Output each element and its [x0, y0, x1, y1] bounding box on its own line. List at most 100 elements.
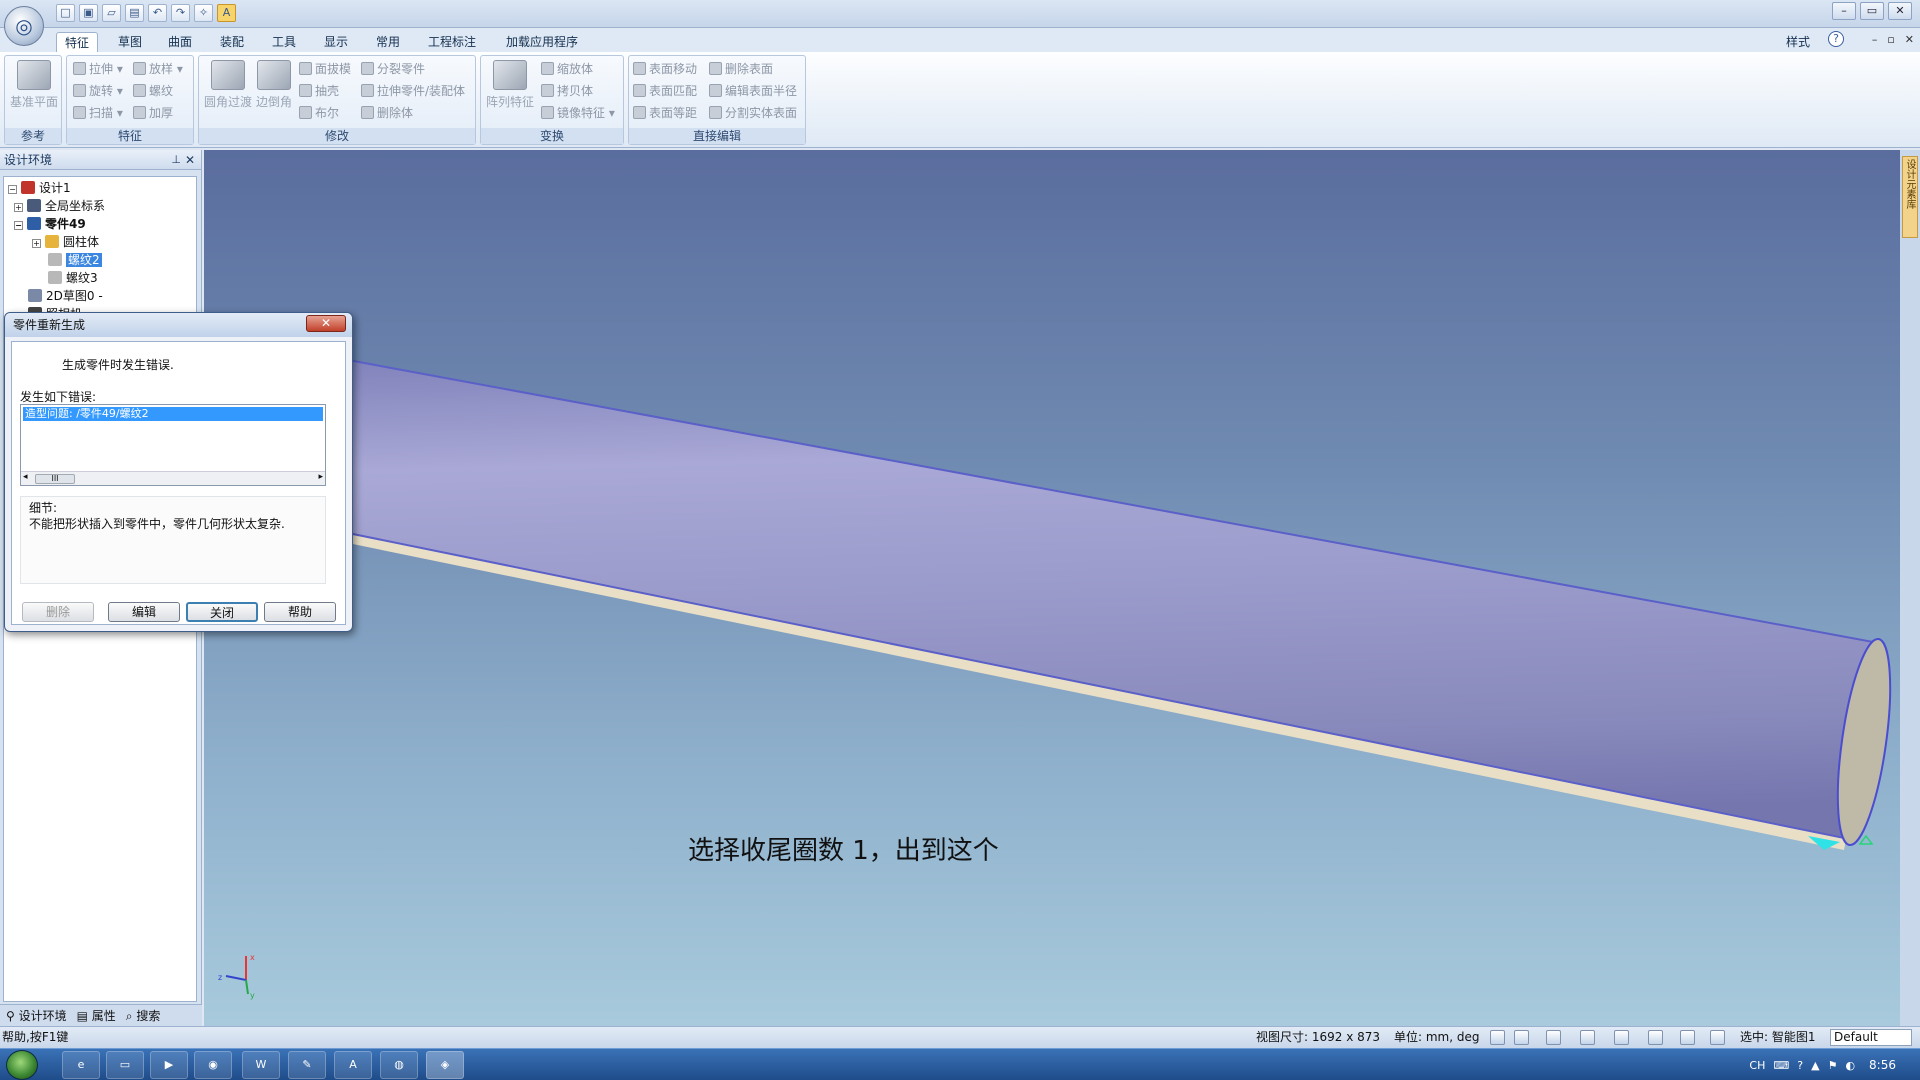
collapse-icon[interactable]: −: [8, 185, 17, 194]
collapse-icon[interactable]: −: [14, 221, 23, 230]
pdf-icon[interactable]: ✎: [288, 1051, 326, 1079]
split-solid-face-button[interactable]: 分割实体表面: [709, 104, 797, 122]
design-element-library-tab[interactable]: 设计元素库: [1902, 156, 1918, 238]
tree-node-thread2[interactable]: 螺纹2: [48, 251, 102, 269]
edit-button[interactable]: 编辑: [108, 602, 180, 622]
scroll-right-icon[interactable]: ▸: [318, 472, 323, 482]
maximize-button[interactable]: ▭: [1860, 2, 1884, 20]
tab-feature[interactable]: 特征: [56, 32, 99, 52]
move-face-button[interactable]: 表面移动: [633, 60, 697, 78]
folder-icon[interactable]: ▱: [102, 4, 121, 22]
error-list-item[interactable]: 造型问题: /零件49/螺纹2: [23, 407, 323, 421]
app-icon[interactable]: ◍: [380, 1051, 418, 1079]
close-window-button[interactable]: ✕: [1888, 2, 1912, 20]
tree-node-sketch[interactable]: 2D草图0 -: [28, 287, 103, 305]
render-icon[interactable]: [1648, 1030, 1663, 1045]
orbit-icon[interactable]: [1546, 1030, 1561, 1045]
doc-minimize-icon[interactable]: –: [1872, 33, 1878, 46]
chamfer-button[interactable]: 边倒角: [255, 60, 293, 110]
thread-button[interactable]: 螺纹: [133, 82, 173, 100]
explorer-icon[interactable]: ▭: [106, 1051, 144, 1079]
new-icon[interactable]: □: [56, 4, 75, 22]
scroll-thumb[interactable]: III: [35, 474, 75, 484]
tree-node-cylinder[interactable]: + 圆柱体: [32, 233, 99, 251]
tab-sketch[interactable]: 草图: [110, 32, 150, 52]
expand-icon[interactable]: +: [14, 203, 23, 212]
acrobat-icon[interactable]: A: [334, 1051, 372, 1079]
start-button[interactable]: [6, 1050, 38, 1080]
fillet-button[interactable]: 圆角过渡: [203, 60, 253, 110]
render-style-select[interactable]: Default: [1830, 1029, 1912, 1046]
split-part-button[interactable]: 分裂零件: [361, 60, 425, 78]
pin-icon[interactable]: ⊥: [171, 150, 181, 170]
flag-icon[interactable]: ⚑: [1828, 1059, 1838, 1072]
tab-display[interactable]: 显示: [316, 32, 356, 52]
tab-annotation[interactable]: 工程标注: [420, 32, 484, 52]
extrude-button[interactable]: 拉伸 ▾: [73, 60, 123, 78]
help-button[interactable]: 帮助: [264, 602, 336, 622]
revolve-button[interactable]: 旋转 ▾: [73, 82, 123, 100]
tree-node-global-coords[interactable]: + 全局坐标系: [14, 197, 105, 215]
minimize-button[interactable]: –: [1832, 2, 1856, 20]
offset-face-button[interactable]: 表面等距: [633, 104, 697, 122]
close-button[interactable]: 关闭: [186, 602, 258, 622]
magic-icon[interactable]: ✧: [194, 4, 213, 22]
volume-icon[interactable]: ◐: [1845, 1059, 1855, 1072]
caxa-icon[interactable]: ◈: [426, 1051, 464, 1079]
media-icon[interactable]: ▶: [150, 1051, 188, 1079]
scroll-left-icon[interactable]: ◂: [23, 472, 28, 482]
help-tray-icon[interactable]: ?: [1797, 1059, 1803, 1072]
tab-properties[interactable]: ▤ 属性: [77, 1005, 116, 1026]
undo-icon[interactable]: ↶: [148, 4, 167, 22]
doc-restore-icon[interactable]: ▫: [1887, 33, 1894, 46]
loft-button[interactable]: 放样 ▾: [133, 60, 183, 78]
style-menu[interactable]: 样式: [1786, 33, 1810, 50]
zoom-window-icon[interactable]: [1514, 1030, 1529, 1045]
keyboard-icon[interactable]: ⌨: [1773, 1059, 1789, 1072]
language-indicator[interactable]: CH: [1749, 1059, 1765, 1072]
scale-body-button[interactable]: 缩放体: [541, 60, 593, 78]
delete-face-button[interactable]: 删除表面: [709, 60, 773, 78]
word-icon[interactable]: W: [242, 1051, 280, 1079]
draft-button[interactable]: 面拔模: [299, 60, 351, 78]
match-face-button[interactable]: 表面匹配: [633, 82, 697, 100]
extrude-to-part-button[interactable]: 拉伸零件/装配体: [361, 82, 465, 100]
delete-body-button[interactable]: 删除体: [361, 104, 413, 122]
tab-surface[interactable]: 曲面: [160, 32, 200, 52]
zoom-icon[interactable]: [1490, 1030, 1505, 1045]
text-icon[interactable]: A: [217, 4, 236, 22]
shell-button[interactable]: 抽壳: [299, 82, 339, 100]
save-icon[interactable]: ▤: [125, 4, 144, 22]
help-icon[interactable]: ?: [1828, 31, 1844, 47]
edit-face-radius-button[interactable]: 编辑表面半径: [709, 82, 797, 100]
tab-search[interactable]: ⌕ 搜索: [126, 1005, 161, 1026]
open-icon[interactable]: ▣: [79, 4, 98, 22]
pattern-button[interactable]: 阵列特征: [485, 60, 535, 110]
ie-icon[interactable]: e: [62, 1051, 100, 1079]
display-mode-icon[interactable]: [1680, 1030, 1695, 1045]
doc-close-icon[interactable]: ✕: [1905, 33, 1914, 46]
tree-node-design[interactable]: − 设计1: [8, 179, 71, 197]
mirror-feature-button[interactable]: 镜像特征 ▾: [541, 104, 615, 122]
sweep-button[interactable]: 扫描 ▾: [73, 104, 123, 122]
360-icon[interactable]: ◉: [194, 1051, 232, 1079]
view-cube-icon[interactable]: [1580, 1030, 1595, 1045]
tree-node-thread3[interactable]: 螺纹3: [48, 269, 98, 287]
tree-node-part49[interactable]: − 零件49: [14, 215, 86, 233]
dialog-close-button[interactable]: ✕: [306, 315, 346, 332]
tab-common[interactable]: 常用: [368, 32, 408, 52]
tab-assembly[interactable]: 装配: [212, 32, 252, 52]
tab-tools[interactable]: 工具: [264, 32, 304, 52]
datum-plane-button[interactable]: 基准平面: [9, 60, 59, 110]
close-icon[interactable]: ✕: [185, 150, 195, 170]
application-menu-button[interactable]: ◎: [4, 6, 44, 46]
clock[interactable]: 8:56: [1869, 1058, 1896, 1072]
expand-icon[interactable]: +: [32, 239, 41, 248]
thicken-button[interactable]: 加厚: [133, 104, 173, 122]
filter-icon[interactable]: [1710, 1030, 1725, 1045]
delete-button[interactable]: 删除: [22, 602, 94, 622]
cylinder-model[interactable]: [204, 150, 1900, 1026]
error-list[interactable]: 造型问题: /零件49/螺纹2 ◂ III ▸: [20, 404, 326, 486]
3d-viewport[interactable]: 选择收尾圈数 1，出到这个 x z y: [204, 150, 1900, 1026]
horizontal-scrollbar[interactable]: ◂ III ▸: [21, 471, 325, 485]
